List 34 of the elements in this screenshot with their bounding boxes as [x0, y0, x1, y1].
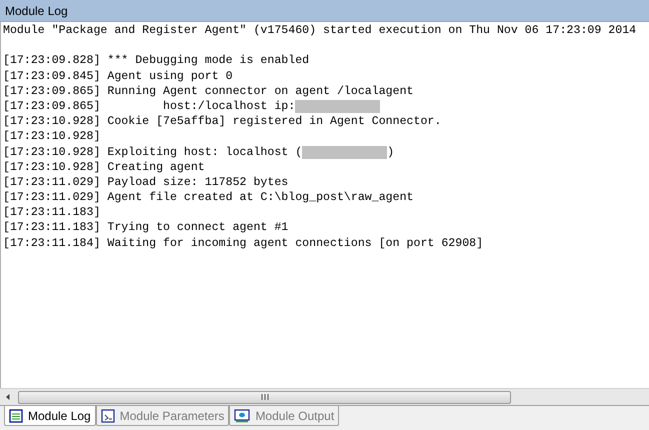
- log-message: Payload size: 117852 bytes: [106, 174, 288, 190]
- log-timestamp: [17:23:11.029]: [3, 174, 100, 190]
- log-timestamp: [17:23:11.183]: [3, 220, 100, 236]
- log-message: Running Agent connector on agent /localagent: [106, 84, 414, 99]
- log-timestamp: [17:23:09.865]: [3, 84, 100, 99]
- log-timestamp: [17:23:10.928]: [3, 129, 100, 145]
- tab[interactable]: Module Output: [229, 406, 340, 426]
- scrollbar-thumb[interactable]: [18, 390, 511, 404]
- log-message: Agent file created at C:\blog_post\raw_agent: [106, 190, 414, 206]
- tab[interactable]: Module Log: [4, 406, 96, 426]
- log-message: *** Debugging mode is enabled: [106, 53, 310, 69]
- log-message: Waiting for incoming agent connections [on port 62908]: [106, 236, 484, 251]
- log-message: Cookie [7e5affba] registered in Agent Connector.: [106, 114, 442, 130]
- log-timestamp: [17:23:11.184]: [3, 236, 100, 251]
- log-message: ): [387, 144, 394, 160]
- monitor-icon: [234, 408, 250, 422]
- log-timestamp: [17:23:09.845]: [3, 68, 100, 84]
- log-timestamp: [17:23:09.865]: [3, 98, 100, 114]
- log-timestamp: [17:23:10.928]: [3, 160, 100, 175]
- log-message: host:/localhost ip:: [162, 98, 296, 114]
- log-timestamp: [17:23:11.183]: [3, 205, 100, 220]
- window-title: Module Log: [5, 2, 68, 20]
- log-message: Creating agent: [106, 160, 205, 175]
- log-timestamp: [17:23:11.029]: [3, 190, 100, 206]
- log-timestamp: [17:23:10.928]: [3, 144, 100, 160]
- log-message: Agent using port 0: [106, 68, 233, 84]
- tab[interactable]: Module Parameters: [96, 406, 230, 426]
- grip-icon: [260, 394, 268, 400]
- log-timestamp: [17:23:09.828]: [3, 53, 100, 69]
- log-message: Exploiting host: localhost (: [106, 144, 302, 160]
- log-header: Module "Package and Register Agent" (v175460) started execution on Thu Nov 06 17:23:09 2014: [3, 23, 636, 38]
- log-message: Trying to connect agent #1: [106, 220, 288, 236]
- horizontal-scrollbar[interactable]: [0, 388, 649, 405]
- log-timestamp: [17:23:10.928]: [3, 114, 100, 130]
